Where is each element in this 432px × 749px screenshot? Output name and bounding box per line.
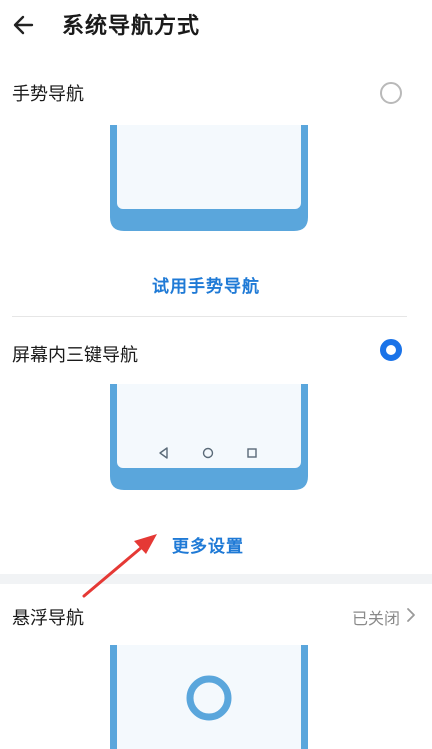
floating-nav-title[interactable]: 悬浮导航 [12, 604, 84, 630]
app-header: 系统导航方式 [0, 0, 432, 56]
floating-phone-preview [110, 645, 308, 749]
option-gesture-title[interactable]: 手势导航 [12, 80, 84, 106]
radio-gesture[interactable] [380, 82, 402, 104]
arrow-left-icon[interactable] [10, 10, 40, 40]
floating-nav-status[interactable]: 已关闭 [352, 605, 400, 629]
gesture-phone-preview [110, 125, 308, 231]
option-three-key-title[interactable]: 屏幕内三键导航 [12, 341, 138, 367]
radio-three-key[interactable] [380, 339, 402, 361]
divider [12, 316, 407, 317]
three-key-phone-preview [110, 384, 308, 490]
try-gesture-link[interactable]: 试用手势导航 [152, 272, 260, 297]
section-separator [0, 574, 432, 584]
annotation-arrow [82, 534, 157, 598]
chevron-right-icon[interactable] [404, 605, 418, 625]
more-settings-link[interactable]: 更多设置 [172, 532, 244, 557]
page-title: 系统导航方式 [62, 14, 201, 39]
